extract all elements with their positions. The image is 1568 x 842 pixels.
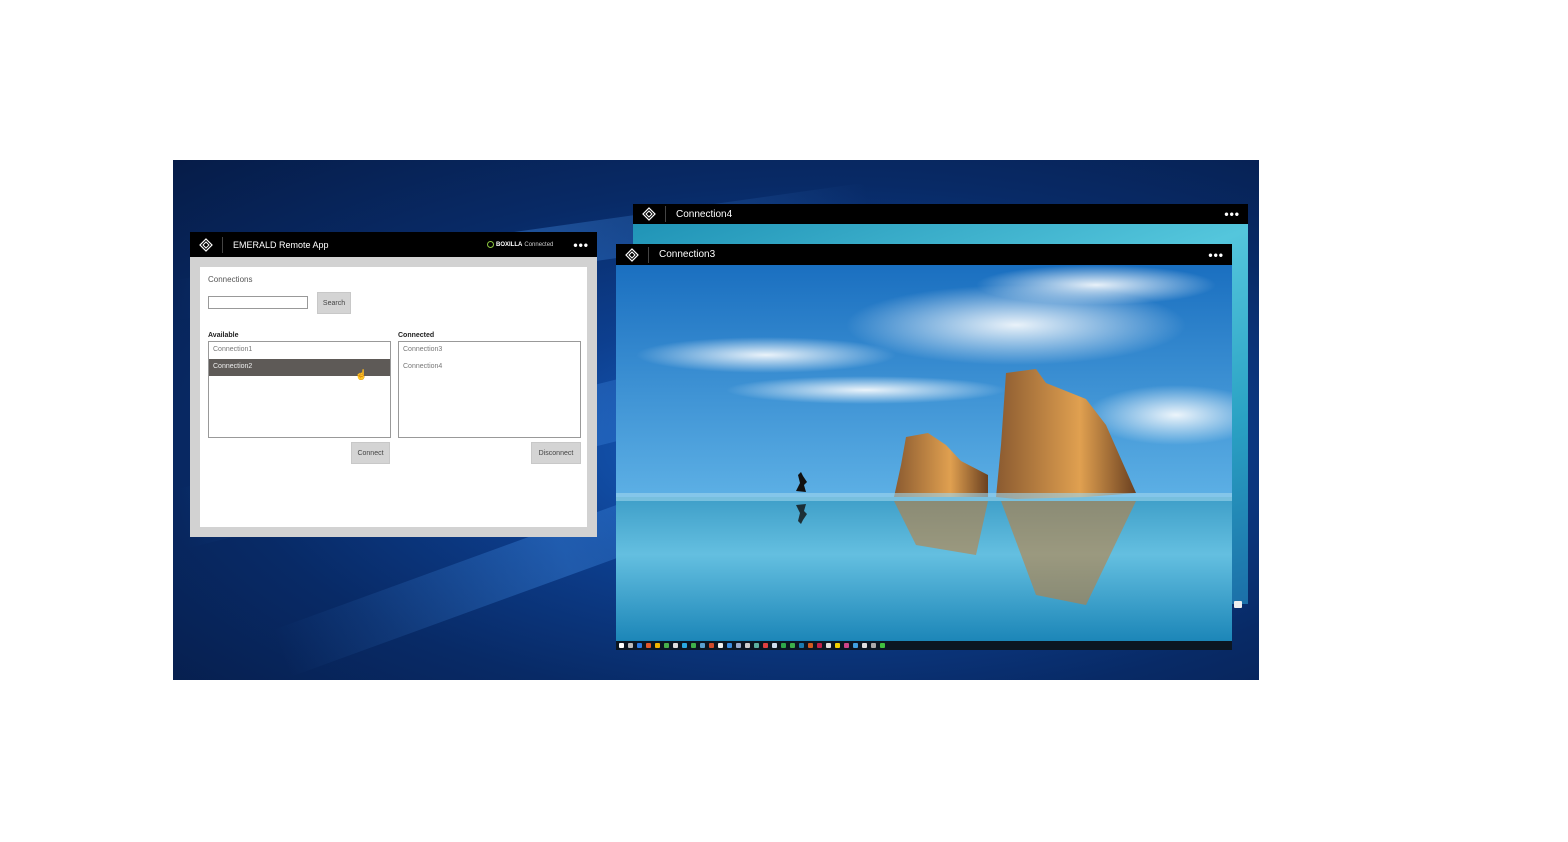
section-title: Connections: [208, 275, 253, 284]
window-title: Connection4: [676, 208, 733, 220]
notification-icon[interactable]: [1234, 601, 1242, 608]
emerald-remote-app-window: EMERALD Remote App BOXILLA Connected •••…: [190, 232, 597, 537]
list-item-connection1[interactable]: Connection1: [209, 342, 390, 359]
taskbar-app-icon[interactable]: [754, 643, 759, 648]
app-title: EMERALD Remote App: [233, 239, 329, 250]
status-text: Connected: [524, 241, 554, 248]
taskbar-app-icon[interactable]: [736, 643, 741, 648]
taskbar-app-icon[interactable]: [718, 643, 723, 648]
more-dots-icon[interactable]: •••: [573, 238, 589, 252]
window-title: Connection3: [659, 249, 716, 260]
taskbar-app-icon[interactable]: [817, 643, 822, 648]
title-separator: [665, 206, 666, 222]
taskbar-app-icon[interactable]: [709, 643, 714, 648]
taskbar-app-icon[interactable]: [682, 643, 687, 648]
more-dots-icon[interactable]: •••: [1208, 248, 1224, 262]
taskbar-app-icon[interactable]: [781, 643, 786, 648]
title-separator: [222, 236, 223, 253]
title-separator: [648, 246, 649, 263]
taskbar-app-icon[interactable]: [853, 643, 858, 648]
app-logo-icon: [198, 237, 214, 253]
taskbar-app-icon[interactable]: [691, 643, 696, 648]
taskbar-app-icon[interactable]: [646, 643, 651, 648]
connections-panel: Connections Search Available Connection1…: [200, 267, 587, 527]
remote-desktop-wallpaper: [616, 265, 1232, 641]
taskbar-app-icon[interactable]: [862, 643, 867, 648]
taskbar-app-icon[interactable]: [772, 643, 777, 648]
app-logo-icon: [624, 247, 640, 263]
taskbar-app-icon[interactable]: [808, 643, 813, 648]
taskbar-app-icon[interactable]: [835, 643, 840, 648]
taskbar-app-icon[interactable]: [844, 643, 849, 648]
available-label: Available: [208, 332, 239, 339]
taskbar-app-icon[interactable]: [655, 643, 660, 648]
status-brand: BOXILLA: [496, 241, 523, 248]
taskbar-app-icon[interactable]: [745, 643, 750, 648]
taskbar-app-icon[interactable]: [826, 643, 831, 648]
taskbar-app-icon[interactable]: [763, 643, 768, 648]
taskbar-app-icon[interactable]: [871, 643, 876, 648]
taskbar-app-icon[interactable]: [700, 643, 705, 648]
connected-label: Connected: [398, 332, 435, 339]
connection4-titlebar: Connection4 •••: [633, 204, 1248, 224]
taskbar-app-icon[interactable]: [790, 643, 795, 648]
list-item-connection3[interactable]: Connection3: [399, 342, 580, 359]
taskbar-app-icon[interactable]: [637, 643, 642, 648]
connection3-titlebar: Connection3 •••: [616, 244, 1232, 265]
list-item-connection4[interactable]: Connection4: [399, 359, 580, 376]
connected-list[interactable]: Connection3 Connection4: [398, 341, 581, 438]
taskbar-app-icon[interactable]: [673, 643, 678, 648]
disconnect-button[interactable]: Disconnect: [531, 442, 581, 464]
hand-cursor-icon: ☝: [355, 370, 368, 381]
taskbar-app-icon[interactable]: [799, 643, 804, 648]
available-list[interactable]: Connection1 Connection2 ☝: [208, 341, 391, 438]
check-circle-icon: [487, 241, 495, 248]
taskbar-app-icon[interactable]: [628, 643, 633, 648]
start-button-icon[interactable]: [619, 643, 624, 648]
taskbar-app-icon[interactable]: [664, 643, 669, 648]
more-dots-icon[interactable]: •••: [1224, 207, 1240, 221]
app-titlebar: EMERALD Remote App BOXILLA Connected •••: [190, 232, 597, 257]
connect-button[interactable]: Connect: [351, 442, 390, 464]
connection3-window[interactable]: Connection3 •••: [616, 244, 1232, 650]
search-input[interactable]: [208, 296, 308, 309]
taskbar-app-icon[interactable]: [727, 643, 732, 648]
remote-taskbar: [616, 641, 1232, 650]
taskbar-app-icon[interactable]: [880, 643, 885, 648]
boxilla-status: BOXILLA Connected: [487, 241, 553, 248]
app-logo-icon: [641, 206, 657, 222]
search-button[interactable]: Search: [317, 292, 351, 314]
